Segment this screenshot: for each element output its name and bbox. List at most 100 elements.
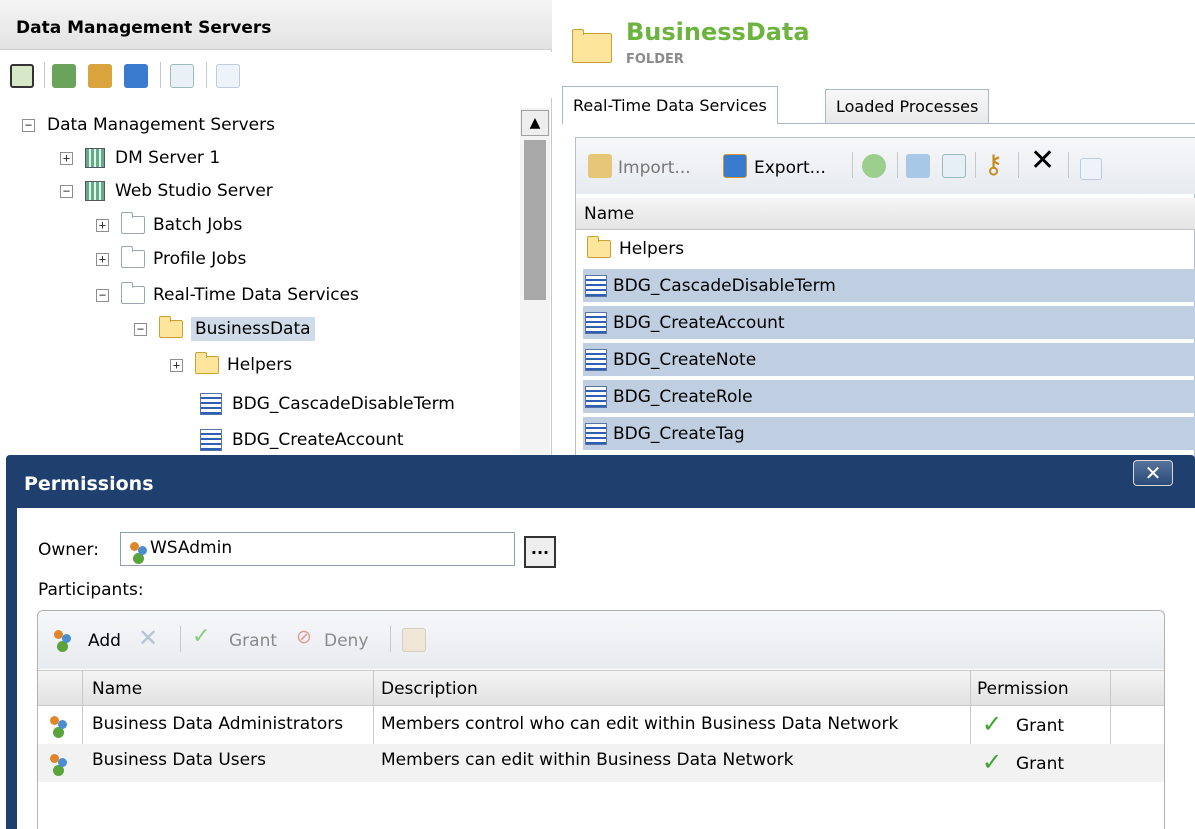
folder-large-icon [572, 29, 612, 63]
tree-item-dm-server[interactable]: + DM Server 1 [60, 141, 220, 175]
folder-icon [587, 235, 611, 258]
group-icon [128, 540, 150, 560]
column-divider [373, 670, 374, 706]
participant-name: Business Data Administrators [92, 714, 344, 734]
tree-item-label: BDG_CreateAccount [232, 430, 404, 450]
browse-owner-button[interactable]: ... [524, 536, 556, 568]
grant-check-icon: ✓ [982, 710, 1003, 738]
service-icon [585, 348, 607, 371]
grant-button[interactable]: Grant [229, 631, 277, 651]
import-icon[interactable] [88, 64, 112, 88]
services-column-header [576, 198, 1195, 230]
tree-item-label: DM Server 1 [115, 148, 221, 168]
owner-value: WSAdmin [150, 538, 233, 558]
group-icon [48, 752, 70, 772]
tab-label: Loaded Processes [836, 97, 979, 116]
tab-label: Real-Time Data Services [573, 96, 767, 115]
list-item-label: BDG_CascadeDisableTerm [613, 275, 836, 296]
add-button[interactable]: Add [88, 631, 121, 651]
check-circle-icon[interactable] [862, 154, 886, 178]
list-item-label: BDG_CreateTag [613, 423, 745, 444]
participants-label: Participants: [38, 580, 144, 600]
tree-item-helpers[interactable]: + Helpers [170, 348, 292, 382]
tree-item-profile-jobs[interactable]: + Profile Jobs [96, 242, 246, 276]
deny-button[interactable]: Deny [324, 631, 368, 651]
list-item[interactable]: BDG_CascadeDisableTerm [583, 269, 1195, 302]
test-icon[interactable] [906, 154, 930, 178]
list-item[interactable]: BDG_CreateTag [583, 417, 1195, 450]
list-item[interactable]: BDG_CreateRole [583, 380, 1195, 413]
import-button[interactable]: Import... [618, 158, 691, 178]
deny-icon[interactable]: ⊘ [296, 626, 312, 648]
detail-title: BusinessData [626, 18, 810, 46]
collapse-icon[interactable]: − [22, 118, 35, 132]
tab-real-time-data-services[interactable]: Real-Time Data Services [562, 86, 778, 124]
expand-icon[interactable]: + [96, 252, 109, 266]
service-icon [200, 429, 222, 451]
tree-item-batch-jobs[interactable]: + Batch Jobs [96, 208, 242, 242]
collapse-icon[interactable]: − [96, 288, 109, 302]
column-description-header[interactable]: Description [381, 679, 478, 699]
folder-icon [121, 246, 145, 268]
tree-item-business-data[interactable]: − BusinessData [134, 312, 315, 346]
dialog-title: Permissions [24, 473, 154, 495]
list-item[interactable]: BDG_CreateAccount [583, 306, 1195, 339]
properties-icon[interactable] [10, 64, 34, 88]
properties-icon[interactable] [1080, 158, 1102, 180]
add-user-icon[interactable] [52, 628, 74, 648]
export-icon[interactable] [124, 64, 148, 88]
view-icon[interactable] [170, 64, 194, 88]
expand-icon[interactable]: + [60, 151, 73, 165]
participant-permission[interactable]: Grant [1016, 716, 1064, 736]
new-item-icon[interactable] [52, 64, 76, 88]
collapse-icon[interactable]: − [60, 184, 73, 198]
tree-item-create-account[interactable]: BDG_CreateAccount [200, 423, 404, 457]
list-item[interactable]: BDG_CreateNote [583, 343, 1195, 376]
tab-loaded-processes[interactable]: Loaded Processes [825, 89, 990, 123]
list-item-label: BDG_CreateAccount [613, 312, 785, 333]
toolbar-separator [852, 152, 853, 178]
collapse-icon[interactable]: − [134, 322, 147, 336]
service-icon [200, 393, 222, 415]
list-item-label: Helpers [619, 238, 685, 259]
list-item[interactable]: Helpers [583, 232, 1195, 265]
tree-item-cascade[interactable]: BDG_CascadeDisableTerm [200, 387, 455, 421]
export-icon[interactable] [723, 154, 747, 178]
expand-icon[interactable]: + [96, 218, 109, 232]
column-name-header[interactable]: Name [584, 204, 634, 224]
scroll-up-arrow-icon[interactable]: ▲ [521, 110, 549, 136]
expand-icon[interactable]: + [170, 358, 183, 372]
participant-name: Business Data Users [92, 750, 266, 770]
import-icon[interactable] [588, 154, 612, 178]
delete-icon[interactable]: ✕ [1030, 146, 1055, 176]
toolbar-separator [1018, 152, 1019, 178]
remove-icon[interactable]: ✕ [138, 624, 158, 652]
server-icon [85, 148, 105, 168]
permissions-key-icon[interactable]: ⚷ [984, 150, 1003, 180]
column-divider [1110, 706, 1111, 744]
toolbar-separator [897, 152, 898, 178]
export-button[interactable]: Export... [754, 158, 826, 178]
column-permission-header[interactable]: Permission [977, 679, 1069, 699]
participant-permission[interactable]: Grant [1016, 754, 1064, 774]
view-icon[interactable] [942, 154, 966, 178]
column-divider [970, 670, 971, 706]
detail-subtitle: FOLDER [626, 52, 684, 67]
scrollbar-thumb[interactable] [524, 140, 546, 300]
tree-item-label: Helpers [227, 355, 293, 375]
column-divider [1110, 670, 1111, 706]
grant-check-icon[interactable]: ✓ [192, 624, 210, 649]
toolbar-separator [160, 62, 161, 88]
expand-icon[interactable] [216, 64, 240, 88]
service-icon [585, 422, 607, 445]
folder-icon [159, 316, 183, 338]
tree-item-label: Real-Time Data Services [153, 285, 359, 305]
tree-item-label: Batch Jobs [153, 215, 243, 235]
tree-item-web-studio[interactable]: − Web Studio Server [60, 174, 273, 208]
tree-root-label: Data Management Servers [47, 115, 275, 135]
close-icon[interactable]: ✕ [1133, 460, 1173, 486]
tree-root[interactable]: − Data Management Servers [22, 108, 275, 142]
properties-icon[interactable] [402, 628, 426, 652]
column-name-header[interactable]: Name [92, 679, 142, 699]
tree-item-rtds[interactable]: − Real-Time Data Services [96, 278, 359, 312]
